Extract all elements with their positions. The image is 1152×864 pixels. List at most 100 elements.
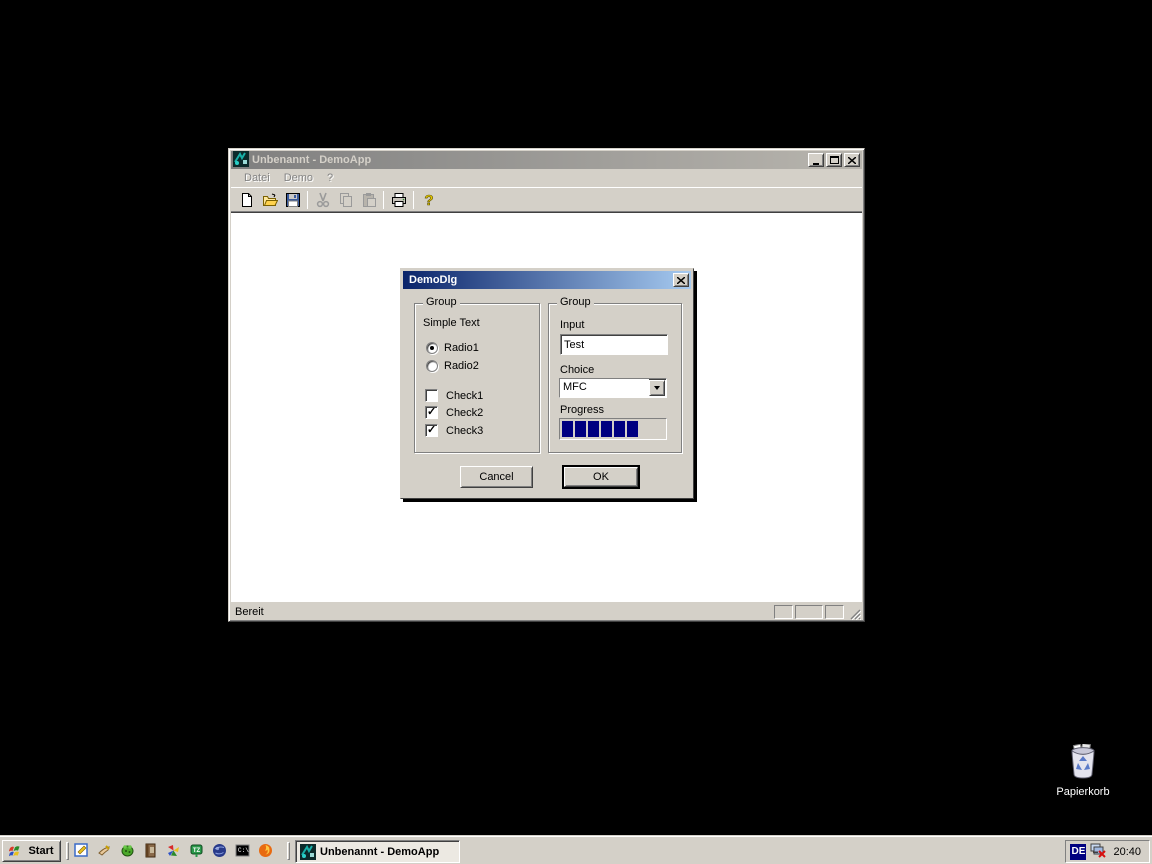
app-icon (233, 151, 249, 170)
paste-button[interactable] (357, 189, 380, 211)
close-icon (848, 157, 856, 164)
choice-value: MFC (560, 379, 649, 397)
cut-scissors-icon (315, 192, 331, 208)
quick-launch-bar: TZ C:\ (73, 842, 273, 858)
toolbar-separator (307, 191, 308, 209)
paste-clipboard-icon (361, 192, 377, 208)
svg-text:TZ: TZ (192, 848, 200, 854)
main-window-titlebar[interactable]: Unbenannt - DemoApp (231, 151, 862, 169)
language-indicator[interactable]: DE (1070, 844, 1086, 860)
choice-label: Choice (560, 364, 594, 376)
new-document-button[interactable] (235, 189, 258, 211)
open-folder-icon (262, 192, 278, 208)
copy-icon (338, 192, 354, 208)
help-button[interactable]: ? (417, 189, 440, 211)
chevron-down-icon (654, 386, 660, 390)
resize-grip[interactable] (848, 607, 861, 620)
radio2-label: Radio2 (444, 360, 479, 372)
check3-box[interactable] (425, 424, 438, 437)
save-floppy-icon (285, 192, 301, 208)
radio1[interactable]: Radio1 (426, 342, 479, 354)
notepad-icon[interactable] (73, 842, 89, 858)
taskbar-gripper[interactable] (66, 842, 69, 860)
windows-logo-icon (9, 844, 25, 858)
toolbar-separator (413, 191, 414, 209)
input-label: Input (560, 319, 584, 331)
progress-bar (559, 418, 667, 440)
check1[interactable]: Check1 (425, 389, 483, 402)
svg-text:?: ? (424, 192, 433, 208)
tz-icon[interactable]: TZ (188, 842, 204, 858)
print-button[interactable] (387, 189, 410, 211)
network-disconnected-icon[interactable] (1090, 842, 1107, 861)
bug-icon[interactable] (119, 842, 135, 858)
progress-fill (562, 421, 638, 437)
start-button[interactable]: Start (2, 840, 61, 862)
save-button[interactable] (281, 189, 304, 211)
help-icon: ? (421, 192, 437, 208)
groupbox-right: Group Input Choice MFC Progress (548, 303, 682, 453)
toolbar: ? (231, 187, 862, 212)
check2-label: Check2 (446, 407, 483, 419)
ok-button-default-ring: OK (562, 465, 640, 489)
menubar: Datei Demo ? (231, 169, 862, 187)
book-icon[interactable] (142, 842, 158, 858)
firefox-icon[interactable] (257, 842, 273, 858)
groupbox-left: Group Simple Text Radio1 Radio2 Check1 C… (414, 303, 540, 453)
status-pane (795, 605, 823, 619)
demo-dialog: DemoDlg Group Simple Text Radio1 Radio2 … (400, 268, 694, 499)
task-button-label: Unbenannt - DemoApp (320, 846, 439, 858)
toolbar-separator (383, 191, 384, 209)
printer-icon (391, 192, 407, 208)
menu-datei[interactable]: Datei (237, 171, 277, 185)
radio1-label: Radio1 (444, 342, 479, 354)
system-tray: DE 20:40 (1065, 840, 1150, 863)
check1-label: Check1 (446, 390, 483, 402)
pinwheel-icon[interactable] (165, 842, 181, 858)
handwriting-icon[interactable] (96, 842, 112, 858)
taskbar-gripper[interactable] (287, 842, 290, 860)
command-prompt-icon[interactable]: C:\ (234, 842, 250, 858)
check3[interactable]: Check3 (425, 424, 483, 437)
taskbar-task-button[interactable]: Unbenannt - DemoApp (295, 840, 460, 863)
radio2-circle[interactable] (426, 360, 438, 372)
window-title: Unbenannt - DemoApp (252, 154, 808, 166)
simple-text-label: Simple Text (423, 317, 480, 329)
dialog-body: Group Simple Text Radio1 Radio2 Check1 C… (403, 289, 691, 494)
cut-button[interactable] (311, 189, 334, 211)
combobox-dropdown-button[interactable] (649, 380, 665, 396)
close-button[interactable] (844, 153, 860, 167)
menu-demo[interactable]: Demo (277, 171, 320, 185)
radio1-circle[interactable] (426, 342, 438, 354)
check2[interactable]: Check2 (425, 406, 483, 419)
taskbar: Start TZ C:\ Unben (0, 836, 1152, 864)
check1-box[interactable] (425, 389, 438, 402)
app-icon (300, 844, 316, 860)
status-pane (774, 605, 793, 619)
recycle-bin-desktop-icon[interactable]: Papierkorb (1048, 744, 1118, 798)
groupbox-right-label: Group (557, 296, 594, 308)
status-pane (825, 605, 844, 619)
recycle-bin-label: Papierkorb (1048, 786, 1118, 798)
clock[interactable]: 20:40 (1111, 846, 1141, 858)
input-field[interactable] (560, 334, 668, 355)
desktop: { "window": { "title": "Unbenannt - Demo… (0, 0, 1152, 864)
new-document-icon (239, 192, 255, 208)
dialog-titlebar[interactable]: DemoDlg (403, 271, 691, 289)
globe-icon[interactable] (211, 842, 227, 858)
maximize-button[interactable] (826, 153, 842, 167)
check2-box[interactable] (425, 406, 438, 419)
open-file-button[interactable] (258, 189, 281, 211)
cancel-button[interactable]: Cancel (460, 466, 533, 488)
copy-button[interactable] (334, 189, 357, 211)
dialog-close-button[interactable] (673, 273, 689, 287)
radio2[interactable]: Radio2 (426, 360, 479, 372)
statusbar: Bereit (231, 601, 862, 621)
ok-button[interactable]: OK (564, 467, 638, 487)
dialog-title: DemoDlg (409, 274, 673, 286)
minimize-button[interactable] (808, 153, 824, 167)
groupbox-left-label: Group (423, 296, 460, 308)
choice-combobox[interactable]: MFC (559, 378, 667, 398)
check3-label: Check3 (446, 425, 483, 437)
menu-help[interactable]: ? (320, 171, 340, 185)
